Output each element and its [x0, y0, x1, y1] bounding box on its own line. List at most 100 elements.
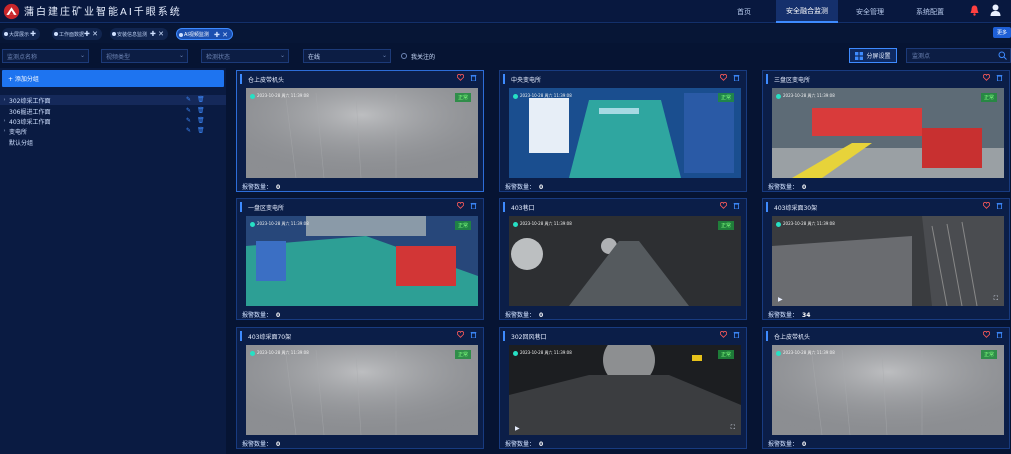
video-timestamp: 2023-10-28 周六 11:39:08: [520, 93, 572, 98]
camera-card[interactable]: 一盘区变电所 2023-10-28 周六 11:39:08 正常 报警数量： 0: [236, 198, 484, 320]
edit-icon[interactable]: ✎: [186, 117, 191, 124]
camera-video[interactable]: 2023-10-28 周六 11:39:08 正常: [509, 88, 741, 178]
expand-icon[interactable]: ›: [0, 118, 9, 124]
tab-label: AI视频监测: [184, 31, 209, 38]
video-osd: 2023-10-28 周六 11:39:08: [250, 221, 309, 227]
split-settings-label: 分屏设置: [866, 53, 891, 60]
tab-workface-data[interactable]: 工作面数据 ✚ ✕: [52, 28, 102, 40]
more-button[interactable]: 更多: [993, 27, 1011, 38]
fullscreen-icon[interactable]: ⛶: [994, 295, 998, 303]
video-type-select[interactable]: 视频类型 ⌄: [101, 49, 188, 63]
trash-icon[interactable]: [733, 74, 740, 81]
video-timestamp: 2023-10-28 周六 11:39:08: [783, 350, 835, 355]
trash-icon[interactable]: 🗑: [197, 96, 205, 103]
edit-icon[interactable]: ✎: [186, 96, 191, 103]
camera-video[interactable]: 2023-10-28 周六 11:39:08 正常: [246, 88, 478, 178]
tree-item-group[interactable]: › 403综采工作面 ✎ 🗑: [0, 116, 226, 126]
trash-icon[interactable]: [733, 202, 740, 209]
camera-card[interactable]: 403综采面70架 2023-10-28 周六 11:39:08 正常 报警数量： 0: [236, 327, 484, 449]
alarm-value: 0: [802, 441, 807, 448]
trash-icon[interactable]: [470, 331, 477, 338]
camera-video[interactable]: 2023-10-28 周六 11:39:08 正常: [509, 216, 741, 306]
camera-name: 仓上皮带机头: [766, 331, 810, 341]
heart-icon[interactable]: [983, 331, 990, 338]
trash-icon[interactable]: [470, 74, 477, 81]
tree-item-default-group[interactable]: 默认分组: [0, 137, 226, 147]
heart-icon[interactable]: [457, 74, 464, 81]
search-input[interactable]: 监测点: [906, 48, 1011, 63]
nav-safety-management[interactable]: 安全管理: [848, 0, 892, 23]
trash-icon[interactable]: [996, 331, 1003, 338]
camera-video[interactable]: 2023-10-28 周六 11:39:08 正常: [772, 345, 1004, 435]
device-name-select[interactable]: 监测点名称 ⌄: [2, 49, 89, 63]
camera-name: 403综采面30架: [766, 202, 817, 212]
trash-icon[interactable]: 🗑: [197, 117, 205, 124]
tab-controls[interactable]: ✚: [30, 28, 36, 40]
card-actions: [457, 202, 477, 209]
tab-dot: [54, 32, 58, 36]
heart-icon[interactable]: [720, 331, 727, 338]
nav-safety-monitor[interactable]: 安全融合监测: [776, 0, 838, 23]
camera-card[interactable]: 403巷口 2023-10-28 周六 11:39:08 正常 报警数量： 0: [499, 198, 747, 320]
heart-icon[interactable]: [457, 202, 464, 209]
trash-icon[interactable]: 🗑: [197, 107, 205, 114]
video-timestamp: 2023-10-28 周六 11:39:08: [783, 221, 835, 226]
play-icon[interactable]: ▶: [778, 296, 783, 303]
camera-card[interactable]: 三盘区变电所 2023-10-28 周六 11:39:08 正常 报警数量： 0: [762, 70, 1010, 192]
tab-install-monitor[interactable]: 安装信息监测 ✚ ✕: [110, 28, 168, 40]
trash-icon[interactable]: [996, 202, 1003, 209]
my-follow-label: 我关注的: [411, 54, 436, 61]
camera-card[interactable]: 302回风巷口 2023-10-28 周六 11:39:08 正常 ▶ ⛶ 报警数量： 0: [499, 327, 747, 449]
heart-icon[interactable]: [720, 202, 727, 209]
edit-icon[interactable]: ✎: [186, 107, 191, 114]
check-status-select[interactable]: 检测状态 ⌄: [201, 49, 289, 63]
camera-video[interactable]: 2023-10-28 周六 11:39:08 正常 ▶ ⛶: [509, 345, 741, 435]
fullscreen-icon[interactable]: ⛶: [731, 424, 735, 432]
trash-icon[interactable]: [733, 331, 740, 338]
camera-card[interactable]: 中央变电所 2023-10-28 周六 11:39:08 正常 报警数量： 0: [499, 70, 747, 192]
camera-name: 中央变电所: [503, 74, 541, 84]
camera-video[interactable]: 2023-10-28 周六 11:39:08 ▶ ⛶: [772, 216, 1004, 306]
trash-icon[interactable]: 🗑: [197, 127, 205, 134]
camera-video[interactable]: 2023-10-28 周六 11:39:08 正常: [772, 88, 1004, 178]
expand-icon[interactable]: ›: [0, 97, 9, 103]
heart-icon[interactable]: [983, 74, 990, 81]
add-group-button[interactable]: + 添加分组: [2, 70, 224, 87]
tree-item-label: 变电所: [9, 128, 28, 136]
heart-icon[interactable]: [457, 331, 464, 338]
tab-big-screen[interactable]: 大屏展示 ✚: [2, 28, 40, 40]
split-settings-button[interactable]: 分屏设置: [849, 48, 897, 63]
group-sidebar: + 添加分组 › 302综采工作面 ✎ 🗑 306掘进工作面 ✎ 🗑 › 403综采工作…: [0, 68, 226, 454]
bell-icon[interactable]: [970, 5, 979, 16]
online-select[interactable]: 在线 ⌄: [303, 49, 391, 63]
edit-icon[interactable]: ✎: [186, 127, 191, 134]
expand-icon[interactable]: ›: [0, 128, 9, 134]
search-icon[interactable]: [998, 51, 1007, 60]
alarm-value: 0: [276, 184, 281, 191]
nav-system-config[interactable]: 系统配置: [910, 0, 950, 23]
alarm-value: 34: [802, 312, 811, 319]
nav-home[interactable]: 首页: [727, 0, 761, 23]
user-icon[interactable]: [990, 4, 1001, 16]
play-icon[interactable]: ▶: [515, 425, 520, 432]
tab-controls[interactable]: ✚ ✕: [84, 28, 98, 40]
heart-icon[interactable]: [983, 202, 990, 209]
camera-card[interactable]: 仓上皮带机头 2023-10-28 周六 11:39:08 正常 报警数量： 0: [236, 70, 484, 192]
tab-controls[interactable]: ✚ ✕: [214, 29, 228, 41]
camera-video[interactable]: 2023-10-28 周六 11:39:08 正常: [246, 345, 478, 435]
camera-card[interactable]: 403综采面30架 2023-10-28 周六 11:39:08 ▶ ⛶ 报警数量： 34: [762, 198, 1010, 320]
tree-item-group[interactable]: 306掘进工作面 ✎ 🗑: [0, 106, 226, 116]
camera-name: 三盘区变电所: [766, 74, 810, 84]
tab-controls[interactable]: ✚ ✕: [150, 28, 164, 40]
status-badge: 正常: [454, 221, 471, 230]
camera-video[interactable]: 2023-10-28 周六 11:39:08 正常: [246, 216, 478, 306]
heart-icon[interactable]: [720, 74, 727, 81]
trash-icon[interactable]: [470, 202, 477, 209]
camera-status-dot: [513, 350, 518, 356]
camera-card[interactable]: 仓上皮带机头 2023-10-28 周六 11:39:08 正常 报警数量： 0: [762, 327, 1010, 449]
trash-icon[interactable]: [996, 74, 1003, 81]
my-follow-radio[interactable]: [401, 53, 407, 59]
tree-item-group[interactable]: › 302综采工作面 ✎ 🗑: [0, 95, 226, 105]
tab-ai-video[interactable]: AI视频监测 ✚ ✕: [176, 28, 233, 40]
tree-item-group[interactable]: › 变电所 ✎ 🗑: [0, 126, 226, 136]
